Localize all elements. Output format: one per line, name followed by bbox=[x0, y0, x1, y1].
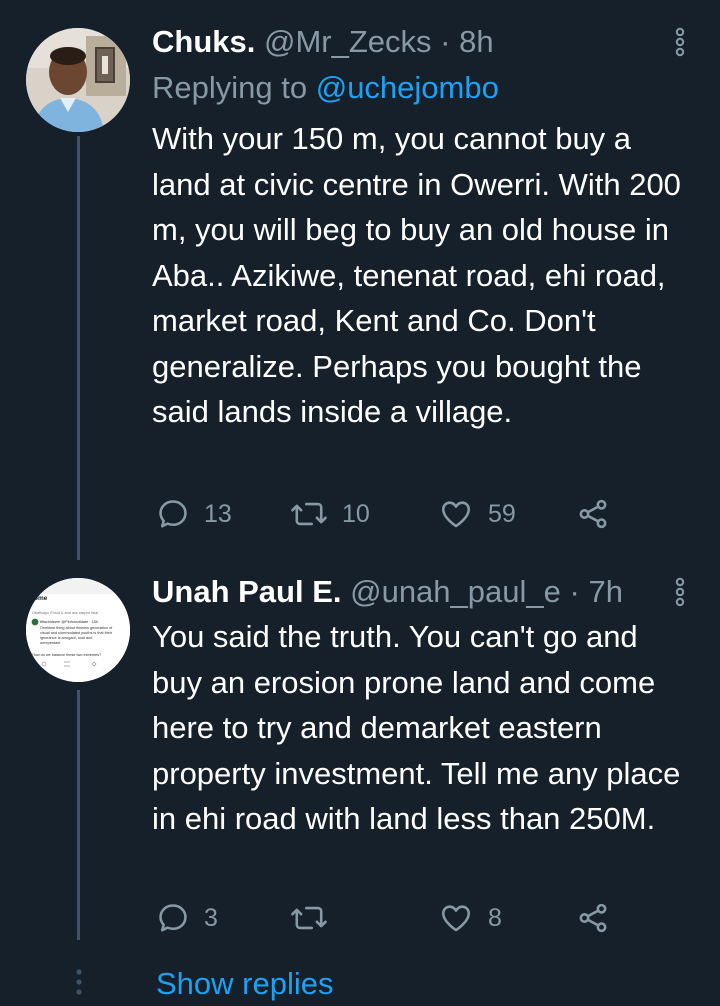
tweet-actions: 3 8 bbox=[152, 898, 712, 938]
mention-link[interactable]: @uchejombo bbox=[316, 70, 499, 105]
avatar-photo bbox=[26, 28, 130, 132]
tweet-text: You said the truth. You can't go and buy… bbox=[152, 619, 681, 836]
like-button[interactable]: 59 bbox=[438, 494, 516, 534]
reply-icon bbox=[159, 904, 187, 932]
more-vertical-icon[interactable] bbox=[670, 26, 690, 58]
avatar[interactable]: ome Obafisayo Ehiud & and ass stayed fai… bbox=[26, 578, 130, 682]
retweet-button[interactable] bbox=[290, 898, 342, 938]
timestamp[interactable]: 7h bbox=[588, 574, 622, 609]
screenshot-line: tiflachideem @Plofcandidate · 18h bbox=[40, 620, 98, 624]
tweet[interactable]: ome Obafisayo Ehiud & and ass stayed fai… bbox=[0, 560, 720, 960]
like-count: 59 bbox=[488, 499, 516, 528]
heart-icon bbox=[441, 905, 471, 932]
display-name[interactable]: Chuks. bbox=[152, 24, 255, 59]
reply-count: 13 bbox=[204, 499, 232, 528]
reply-button[interactable]: 3 bbox=[156, 898, 218, 938]
screenshot-line: Obafisayo Ehiud & and ass stayed faial bbox=[32, 611, 98, 615]
screenshot-avatar-dot bbox=[31, 618, 39, 626]
replying-to: Replying to @uchejombo bbox=[152, 68, 499, 108]
show-replies-link[interactable]: Show replies bbox=[156, 962, 333, 1006]
separator-dot: · bbox=[569, 574, 580, 609]
screenshot-line: unrepentant bbox=[40, 641, 61, 645]
tweet-header: Unah Paul E. @unah_paul_e · 7h bbox=[152, 572, 623, 612]
share-button[interactable] bbox=[576, 494, 610, 534]
tweet[interactable]: Chuks. @Mr_Zecks · 8h Replying to @uchej… bbox=[0, 0, 720, 560]
share-button[interactable] bbox=[576, 898, 610, 938]
tweet-actions: 13 10 59 bbox=[152, 494, 712, 534]
screenshot-line: Oneldest thing about thisnew generation … bbox=[40, 626, 113, 630]
heart-icon bbox=[441, 501, 471, 528]
thread-more-dots-icon bbox=[76, 969, 82, 995]
retweet-icon bbox=[291, 906, 327, 930]
handle[interactable]: @Mr_Zecks bbox=[264, 24, 432, 59]
screenshot-line: visual and commodated youths is that the… bbox=[40, 631, 113, 635]
screenshot-title: ome bbox=[34, 595, 48, 602]
retweet-button[interactable]: 10 bbox=[290, 494, 370, 534]
handle[interactable]: @unah_paul_e bbox=[350, 574, 561, 609]
like-count: 8 bbox=[488, 903, 502, 932]
screenshot-line: How do we balance these two extremes? bbox=[32, 653, 101, 657]
thread-line bbox=[77, 136, 80, 560]
like-button[interactable]: 8 bbox=[438, 898, 502, 938]
avatar[interactable] bbox=[26, 28, 130, 132]
retweet-icon bbox=[291, 502, 327, 526]
screenshot-line: ignorance is arrogant, loud and bbox=[40, 636, 92, 640]
display-name[interactable]: Unah Paul E. bbox=[152, 574, 341, 609]
share-icon bbox=[579, 499, 607, 529]
thread-line bbox=[77, 690, 80, 940]
share-icon bbox=[579, 903, 607, 933]
replying-prefix: Replying to bbox=[152, 70, 308, 105]
reply-icon bbox=[159, 500, 187, 528]
tweet-text: With your 150 m, you cannot buy a land a… bbox=[152, 121, 681, 429]
retweet-count: 10 bbox=[342, 499, 370, 528]
reply-count: 3 bbox=[204, 903, 218, 932]
avatar-screenshot: ome Obafisayo Ehiud & and ass stayed fai… bbox=[26, 578, 130, 682]
more-vertical-icon[interactable] bbox=[670, 576, 690, 608]
separator-dot: · bbox=[440, 24, 451, 59]
reply-button[interactable]: 13 bbox=[156, 494, 232, 534]
timestamp[interactable]: 8h bbox=[459, 24, 493, 59]
tweet-header: Chuks. @Mr_Zecks · 8h bbox=[152, 22, 494, 62]
